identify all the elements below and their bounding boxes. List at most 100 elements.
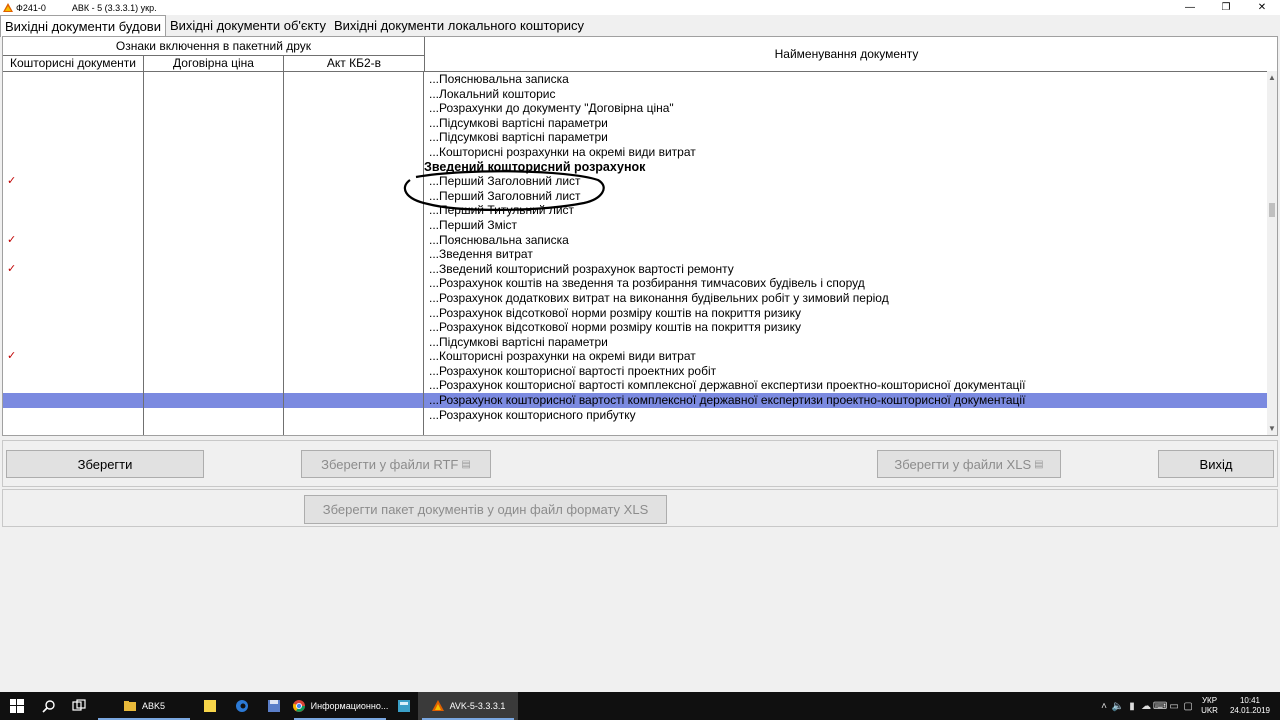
exit-button[interactable]: Вихід: [1158, 450, 1274, 478]
checkmark-icon[interactable]: ✓: [7, 262, 16, 277]
table-row[interactable]: ✓ ...Зведений кошторисний розрахунок варт…: [3, 262, 1269, 277]
table-row[interactable]: ...Перший Заголовний лист: [3, 189, 1269, 204]
table-row[interactable]: ...Розрахунок відсоткової норми розміру …: [3, 306, 1269, 321]
checkmark-icon[interactable]: ✓: [7, 174, 16, 189]
taskbar-pin-calculator[interactable]: [390, 692, 418, 720]
document-name: ...Розрахунок коштів на зведення та розб…: [429, 276, 865, 291]
table-row[interactable]: ✓ ...Пояснювальна записка: [3, 233, 1269, 248]
table-row[interactable]: ...Пояснювальна записка: [3, 72, 1269, 87]
save-button[interactable]: Зберегти: [6, 450, 204, 478]
column-header-document-name[interactable]: Найменування документу: [424, 37, 1269, 72]
taskbar-item-avk[interactable]: AVK-5-3.3.3.1: [418, 692, 518, 720]
table-row[interactable]: ✓ ...Перший Заголовний лист: [3, 174, 1269, 189]
notification-icon[interactable]: ▢: [1181, 692, 1195, 720]
folder-icon: [123, 701, 136, 711]
document-name: ...Розрахунок кошторисного прибутку: [429, 407, 636, 422]
taskbar-item-label: Информационно...: [310, 701, 389, 711]
grid-rows: ...Пояснювальна записка ...Локальний кошт…: [3, 72, 1269, 422]
save-rtf-button-label: Зберегти у файли RTF: [321, 456, 459, 472]
scroll-down-icon[interactable]: ▼: [1268, 424, 1276, 433]
volume-icon[interactable]: 🔈: [1111, 692, 1125, 720]
tab-construction-docs[interactable]: Вихідні документи будови: [0, 15, 166, 37]
group-heading-row[interactable]: Зведений кошторисний розрахунок: [3, 160, 1269, 175]
clock[interactable]: 10:41 24.01.2019: [1230, 696, 1270, 716]
column-header-act-kb2v[interactable]: Акт КБ2-в: [284, 55, 425, 72]
table-row[interactable]: ...Перший Зміст: [3, 218, 1269, 233]
system-tray: ˄ 🔈 ▮ ☁ ⌨ ▭ ▢ УКР UKR 10:41 24.01.2019: [1097, 692, 1280, 720]
search-icon: [42, 700, 55, 713]
table-row[interactable]: ...Підсумкові вартісні параметри: [3, 335, 1269, 350]
table-row[interactable]: ...Перший Титульний лист: [3, 203, 1269, 218]
column-divider: [143, 71, 144, 435]
tab-object-docs[interactable]: Вихідні документи об'єкту: [166, 15, 330, 36]
taskbar-item-chrome[interactable]: Информационно...: [290, 692, 390, 720]
language-indicator[interactable]: УКР UKR: [1201, 696, 1218, 716]
table-row[interactable]: ...Розрахунок кошторисної вартості компл…: [3, 393, 1269, 408]
app-icon: [3, 2, 13, 12]
table-row[interactable]: ...Розрахунок коштів на зведення та розб…: [3, 276, 1269, 291]
document-name: Зведений кошторисний розрахунок: [424, 159, 646, 174]
search-button[interactable]: [34, 692, 64, 720]
network-icon[interactable]: ▮: [1125, 692, 1139, 720]
save-xls-button[interactable]: Зберегти у файли XLS ▤: [877, 450, 1061, 478]
tab-local-estimate-docs[interactable]: Вихідні документи локального кошторису: [330, 15, 588, 36]
checkmark-icon[interactable]: ✓: [7, 233, 16, 248]
battery-icon[interactable]: ▭: [1167, 692, 1181, 720]
close-button[interactable]: ✕: [1244, 0, 1280, 15]
document-name: ...Підсумкові вартісні параметри: [429, 115, 608, 130]
windows-icon: [10, 699, 24, 713]
column-header-estimate-docs[interactable]: Кошторисні документи: [3, 55, 144, 72]
restore-button[interactable]: ❐: [1208, 0, 1244, 15]
checkmark-icon[interactable]: ✓: [7, 349, 16, 364]
table-row[interactable]: ...Локальний кошторис: [3, 87, 1269, 102]
table-row[interactable]: ...Розрахунок кошторисної вартості проек…: [3, 364, 1269, 379]
save-package-xls-button[interactable]: Зберегти пакет документів у один файл фо…: [304, 495, 667, 524]
column-header-contract-price[interactable]: Договірна ціна: [144, 55, 284, 72]
document-name: ...Підсумкові вартісні параметри: [429, 334, 608, 349]
table-row[interactable]: ...Зведення витрат: [3, 247, 1269, 262]
table-row[interactable]: ...Розрахунок кошторисного прибутку: [3, 408, 1269, 423]
minimize-icon: —: [1185, 2, 1195, 13]
document-name: ...Розрахунок кошторисної вартості компл…: [429, 378, 1026, 393]
taskbar-item-label: ABK5: [141, 701, 165, 711]
cloud-icon[interactable]: ☁: [1139, 692, 1153, 720]
clock-time: 10:41: [1239, 696, 1260, 705]
task-view-icon: [72, 699, 86, 711]
chrome-icon: [292, 700, 305, 712]
scroll-thumb[interactable]: [1269, 203, 1275, 217]
table-row[interactable]: ...Підсумкові вартісні параметри: [3, 116, 1269, 131]
task-view-button[interactable]: [64, 692, 94, 720]
documents-grid[interactable]: Ознаки включення в пакетний друк Коштори…: [2, 36, 1278, 436]
taskbar-item-abk5[interactable]: ABK5: [94, 692, 194, 720]
taskbar-pin-edge[interactable]: [226, 692, 258, 720]
group-header: Ознаки включення в пакетний друк: [3, 37, 425, 56]
table-row[interactable]: ...Розрахунок кошторисної вартості компл…: [3, 378, 1269, 393]
keyboard-layout: UKR: [1201, 706, 1218, 715]
title-bar: Ф241-0 АВК - 5 (3.3.3.1) укр. — ❐ ✕: [0, 0, 1280, 15]
document-name: ...Пояснювальна записка: [429, 72, 569, 86]
table-row[interactable]: ...Розрахунок додаткових витрат на викон…: [3, 291, 1269, 306]
minimize-button[interactable]: —: [1172, 0, 1208, 15]
scroll-up-icon[interactable]: ▲: [1268, 73, 1276, 82]
start-button[interactable]: [0, 692, 34, 720]
table-row[interactable]: ...Розрахунки до документу "Договірна ці…: [3, 101, 1269, 116]
document-name: ...Розрахунок відсоткової норми розміру …: [429, 320, 802, 335]
file-icon: ▤: [461, 458, 471, 470]
exit-button-label: Вихід: [1199, 456, 1233, 472]
table-row[interactable]: ...Підсумкові вартісні параметри: [3, 130, 1269, 145]
vertical-scrollbar[interactable]: ▲ ▼: [1267, 71, 1277, 435]
save-xls-button-label: Зберегти у файли XLS: [894, 456, 1032, 472]
save-rtf-button[interactable]: Зберегти у файли RTF ▤: [301, 450, 491, 478]
document-name: ...Кошторисні розрахунки на окремі види …: [429, 144, 696, 159]
chevron-up-icon[interactable]: ˄: [1097, 692, 1111, 720]
window-title: АВК - 5 (3.3.3.1) укр.: [71, 2, 157, 13]
taskbar-pin-sticky-notes[interactable]: [194, 692, 226, 720]
column-divider: [423, 71, 424, 435]
table-row[interactable]: ✓ ...Кошторисні розрахунки на окремі види…: [3, 349, 1269, 364]
table-row[interactable]: ...Розрахунок відсоткової норми розміру …: [3, 320, 1269, 335]
save-button-label: Зберегти: [77, 456, 133, 472]
keyboard-icon[interactable]: ⌨: [1153, 692, 1167, 720]
table-row[interactable]: ...Кошторисні розрахунки на окремі види …: [3, 145, 1269, 160]
document-name: ...Пояснювальна записка: [429, 232, 569, 247]
taskbar-pin-save[interactable]: [258, 692, 290, 720]
